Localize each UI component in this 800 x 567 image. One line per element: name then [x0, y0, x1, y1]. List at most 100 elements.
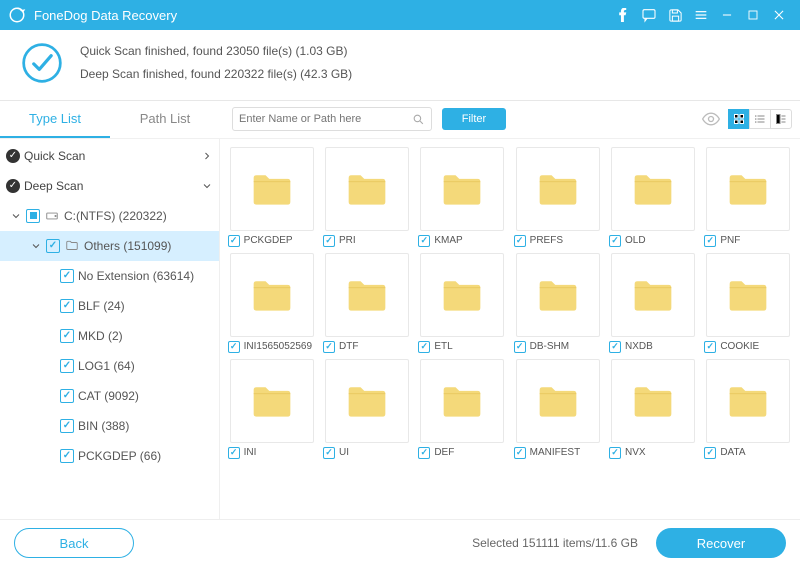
- checkbox-icon[interactable]: [60, 449, 74, 463]
- search-input[interactable]: [239, 113, 412, 125]
- thumbnail[interactable]: [325, 253, 409, 337]
- back-button[interactable]: Back: [14, 528, 134, 558]
- thumbnail[interactable]: [516, 147, 600, 231]
- grid-item[interactable]: COOKIE: [703, 253, 794, 353]
- grid-item[interactable]: NXDB: [607, 253, 698, 353]
- checkbox-icon[interactable]: [418, 447, 430, 459]
- checkbox-icon[interactable]: [323, 341, 335, 353]
- checkbox-icon[interactable]: [228, 235, 240, 247]
- thumbnail[interactable]: [516, 253, 600, 337]
- preview-toggle-icon[interactable]: [697, 107, 725, 131]
- checkbox-icon[interactable]: [26, 209, 40, 223]
- view-list-button[interactable]: [749, 109, 771, 129]
- checkbox-icon[interactable]: [609, 447, 621, 459]
- tab-path-list[interactable]: Path List: [110, 101, 220, 138]
- checkbox-icon[interactable]: [60, 419, 74, 433]
- grid-item[interactable]: INI1565052569: [226, 253, 317, 353]
- grid-item[interactable]: PRI: [321, 147, 412, 247]
- grid-item[interactable]: PNF: [703, 147, 794, 247]
- thumbnail[interactable]: [420, 359, 504, 443]
- checkbox-icon[interactable]: [60, 329, 74, 343]
- checkbox-icon[interactable]: [609, 341, 621, 353]
- list-mode-tabs: Type List Path List: [0, 101, 220, 138]
- thumbnail[interactable]: [516, 359, 600, 443]
- save-icon[interactable]: [662, 0, 688, 30]
- checkbox-icon[interactable]: [46, 239, 60, 253]
- thumbnail[interactable]: [611, 359, 695, 443]
- file-grid[interactable]: PCKGDEPPRIKMAP PREFS OLDPNF INI1565052569DT…: [220, 139, 800, 519]
- grid-item[interactable]: DB-SHM: [512, 253, 603, 353]
- filter-button[interactable]: Filter: [442, 108, 506, 130]
- grid-item[interactable]: DTF: [321, 253, 412, 353]
- tree-item[interactable]: BIN (388): [0, 411, 219, 441]
- menu-icon[interactable]: [688, 0, 714, 30]
- checkbox-icon[interactable]: [60, 389, 74, 403]
- thumbnail[interactable]: [706, 359, 790, 443]
- checkbox-icon[interactable]: [323, 235, 335, 247]
- thumbnail[interactable]: [611, 147, 695, 231]
- file-name: PREFS: [530, 235, 602, 246]
- maximize-icon[interactable]: [740, 0, 766, 30]
- checkbox-icon[interactable]: [704, 235, 716, 247]
- checkbox-icon[interactable]: [60, 359, 74, 373]
- tree-item[interactable]: PCKGDEP (66): [0, 441, 219, 471]
- close-icon[interactable]: [766, 0, 792, 30]
- thumbnail[interactable]: [706, 253, 790, 337]
- grid-item[interactable]: INI: [226, 359, 317, 459]
- checkbox-icon[interactable]: [609, 235, 621, 247]
- thumbnail[interactable]: [420, 147, 504, 231]
- tree-quick-scan[interactable]: Quick Scan: [0, 141, 219, 171]
- checkbox-icon[interactable]: [704, 341, 716, 353]
- recover-button[interactable]: Recover: [656, 528, 786, 558]
- checkbox-icon[interactable]: [228, 447, 240, 459]
- thumbnail[interactable]: [230, 359, 314, 443]
- checkbox-icon[interactable]: [228, 341, 240, 353]
- grid-item[interactable]: PCKGDEP: [226, 147, 317, 247]
- tree-item[interactable]: BLF (24): [0, 291, 219, 321]
- thumbnail[interactable]: [706, 147, 790, 231]
- checkbox-icon[interactable]: [704, 447, 716, 459]
- tree-others[interactable]: Others (151099): [0, 231, 219, 261]
- tree-item[interactable]: No Extension (63614): [0, 261, 219, 291]
- grid-item[interactable]: MANIFEST: [512, 359, 603, 459]
- tab-type-list[interactable]: Type List: [0, 101, 110, 138]
- grid-item[interactable]: UI: [321, 359, 412, 459]
- checkbox-icon[interactable]: [60, 269, 74, 283]
- grid-item[interactable]: KMAP: [417, 147, 508, 247]
- tree-item[interactable]: LOG1 (64): [0, 351, 219, 381]
- checkbox-icon[interactable]: [514, 341, 526, 353]
- thumbnail[interactable]: [420, 253, 504, 337]
- view-detail-button[interactable]: [770, 109, 792, 129]
- grid-item[interactable]: NVX: [607, 359, 698, 459]
- grid-item[interactable]: PREFS: [512, 147, 603, 247]
- tree-item[interactable]: MKD (2): [0, 321, 219, 351]
- grid-item[interactable]: ETL: [417, 253, 508, 353]
- tree-item[interactable]: CAT (9092): [0, 381, 219, 411]
- file-name: COOKIE: [720, 341, 792, 352]
- file-name: DB-SHM: [530, 341, 602, 352]
- grid-item[interactable]: DEF: [417, 359, 508, 459]
- thumbnail[interactable]: [611, 253, 695, 337]
- checkbox-icon[interactable]: [514, 235, 526, 247]
- search-box[interactable]: [232, 107, 432, 131]
- feedback-icon[interactable]: [636, 0, 662, 30]
- folder-icon: [250, 170, 294, 208]
- thumbnail[interactable]: [230, 147, 314, 231]
- grid-item[interactable]: DATA: [703, 359, 794, 459]
- checkbox-icon[interactable]: [323, 447, 335, 459]
- checkbox-icon[interactable]: [418, 341, 430, 353]
- view-grid-button[interactable]: [728, 109, 750, 129]
- tree-drive[interactable]: C:(NTFS) (220322): [0, 201, 219, 231]
- thumbnail[interactable]: [325, 359, 409, 443]
- checkbox-icon[interactable]: [60, 299, 74, 313]
- thumbnail[interactable]: [230, 253, 314, 337]
- logo-icon: [8, 6, 26, 24]
- thumbnail[interactable]: [325, 147, 409, 231]
- facebook-icon[interactable]: [610, 0, 636, 30]
- grid-item[interactable]: OLD: [607, 147, 698, 247]
- tree-deep-scan[interactable]: Deep Scan: [0, 171, 219, 201]
- checkbox-icon[interactable]: [418, 235, 430, 247]
- sidebar-tree[interactable]: Quick Scan Deep Scan C:(NTFS) (220322) O…: [0, 139, 220, 519]
- minimize-icon[interactable]: [714, 0, 740, 30]
- checkbox-icon[interactable]: [514, 447, 526, 459]
